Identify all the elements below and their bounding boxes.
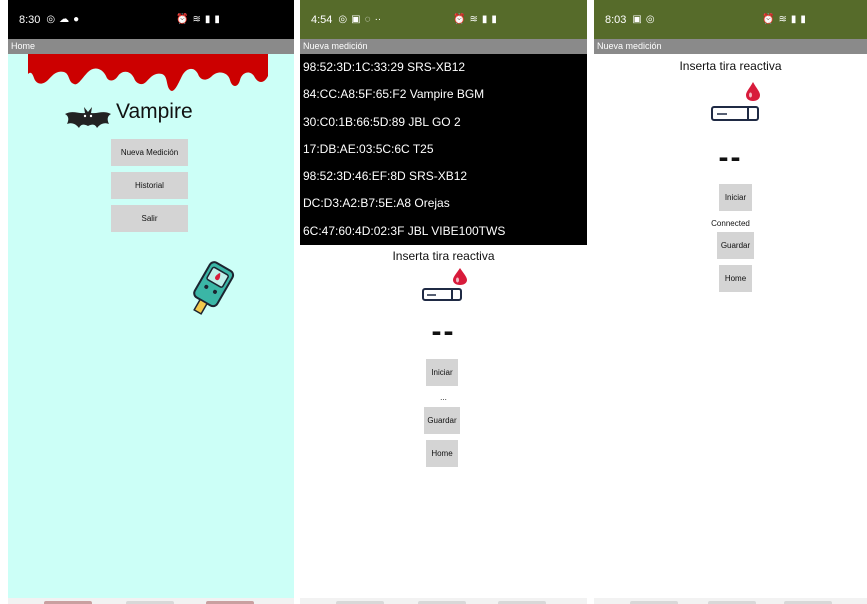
blood-drop-icon: [746, 82, 760, 101]
wifi-icon: ≋: [469, 14, 478, 25]
image-icon: ▣: [632, 14, 642, 25]
settings-icon: ◎: [46, 14, 56, 25]
screen-title: Nueva medición: [594, 39, 867, 54]
navigation-bar: [8, 598, 294, 604]
screen-title: Nueva medición: [300, 39, 587, 54]
shield-icon: ◌: [364, 14, 371, 25]
test-strip-icon: [711, 106, 759, 121]
home-button[interactable]: Home: [426, 440, 458, 467]
blood-drop-icon: [453, 268, 467, 285]
info-icon: ●: [73, 14, 80, 25]
alarm-icon: ⏰: [762, 14, 775, 25]
exit-button[interactable]: Salir: [111, 205, 188, 232]
insert-strip-heading: Inserta tira reactiva: [679, 59, 782, 73]
history-button[interactable]: Historial: [111, 172, 188, 199]
start-button[interactable]: Iniciar: [426, 359, 458, 386]
phone-screen-home: 8:30 ◎ ☁ ● ⏰ ≋ ▮ ▮ Home Vampire Nueva Me…: [8, 0, 294, 604]
glucose-reading: --: [718, 141, 743, 174]
connection-status: Connected: [711, 219, 750, 228]
home-button[interactable]: Home: [719, 265, 752, 292]
home-content: Vampire Nueva Medición Historial Salir: [8, 54, 294, 598]
phone-screen-device-list: 4:54 ◎ ▣ ◌ ·· ⏰ ≋ ▮ ▮ Nueva medición 98:…: [300, 0, 587, 604]
status-time: 8:03: [605, 13, 627, 26]
glucose-reading: --: [431, 315, 456, 348]
phone-screen-measurement: 8:03 ▣ ◎ ⏰ ≋ ▮ ▮ Nueva medición Inserta …: [594, 0, 867, 604]
status-time: 8:30: [19, 13, 41, 26]
wifi-icon: ≋: [192, 14, 201, 25]
device-list-item[interactable]: DC:D3:A2:B7:5E:A8 Orejas: [300, 190, 587, 217]
status-bar: 4:54 ◎ ▣ ◌ ·· ⏰ ≋ ▮ ▮: [300, 0, 587, 39]
battery-icon: ▮: [800, 14, 806, 25]
status-bar: 8:30 ◎ ☁ ● ⏰ ≋ ▮ ▮: [8, 0, 294, 39]
alarm-icon: ⏰: [453, 14, 466, 25]
device-list-item[interactable]: 98:52:3D:46:EF:8D SRS-XB12: [300, 163, 587, 190]
settings-icon: ◎: [338, 14, 348, 25]
device-list-item[interactable]: 98:52:3D:1C:33:29 SRS-XB12: [300, 54, 587, 81]
insert-strip-heading: Inserta tira reactiva: [392, 249, 495, 263]
blood-drip: [28, 54, 268, 91]
device-list-item[interactable]: 6C:47:60:4D:02:3F JBL VIBE100TWS: [300, 218, 587, 245]
app-name: Vampire: [116, 100, 193, 123]
navigation-bar: [594, 598, 867, 604]
battery-icon: ▮: [214, 14, 220, 25]
device-list-item[interactable]: 84:CC:A8:5F:65:F2 Vampire BGM: [300, 81, 587, 108]
signal-icon: ▮: [790, 14, 797, 25]
device-list-item[interactable]: 17:DB:AE:03:5C:6C T25: [300, 136, 587, 163]
connection-status: ...: [440, 393, 447, 402]
signal-icon: ▮: [481, 14, 488, 25]
navigation-bar: [300, 598, 587, 604]
wifi-icon: ≋: [778, 14, 787, 25]
save-button[interactable]: Guardar: [717, 232, 754, 259]
new-measurement-button[interactable]: Nueva Medición: [111, 139, 188, 166]
screen-title: Home: [8, 39, 294, 54]
test-strip-icon: [422, 288, 462, 301]
start-button[interactable]: Iniciar: [719, 184, 752, 211]
status-time: 4:54: [311, 13, 333, 26]
battery-icon: ▮: [491, 14, 497, 25]
save-button[interactable]: Guardar: [424, 407, 460, 434]
more-icon: ··: [374, 14, 382, 25]
cloud-icon: ☁: [59, 14, 70, 25]
glucometer-icon: [193, 261, 235, 315]
signal-icon: ▮: [204, 14, 211, 25]
bluetooth-device-list: 98:52:3D:1C:33:29 SRS-XB12 84:CC:A8:5F:6…: [300, 54, 587, 245]
bat-icon: [65, 107, 111, 128]
settings-icon: ◎: [645, 14, 655, 25]
device-list-item[interactable]: 30:C0:1B:66:5D:89 JBL GO 2: [300, 109, 587, 136]
status-bar: 8:03 ▣ ◎ ⏰ ≋ ▮ ▮: [594, 0, 867, 39]
alarm-icon: ⏰: [176, 14, 189, 25]
image-icon: ▣: [351, 14, 361, 25]
